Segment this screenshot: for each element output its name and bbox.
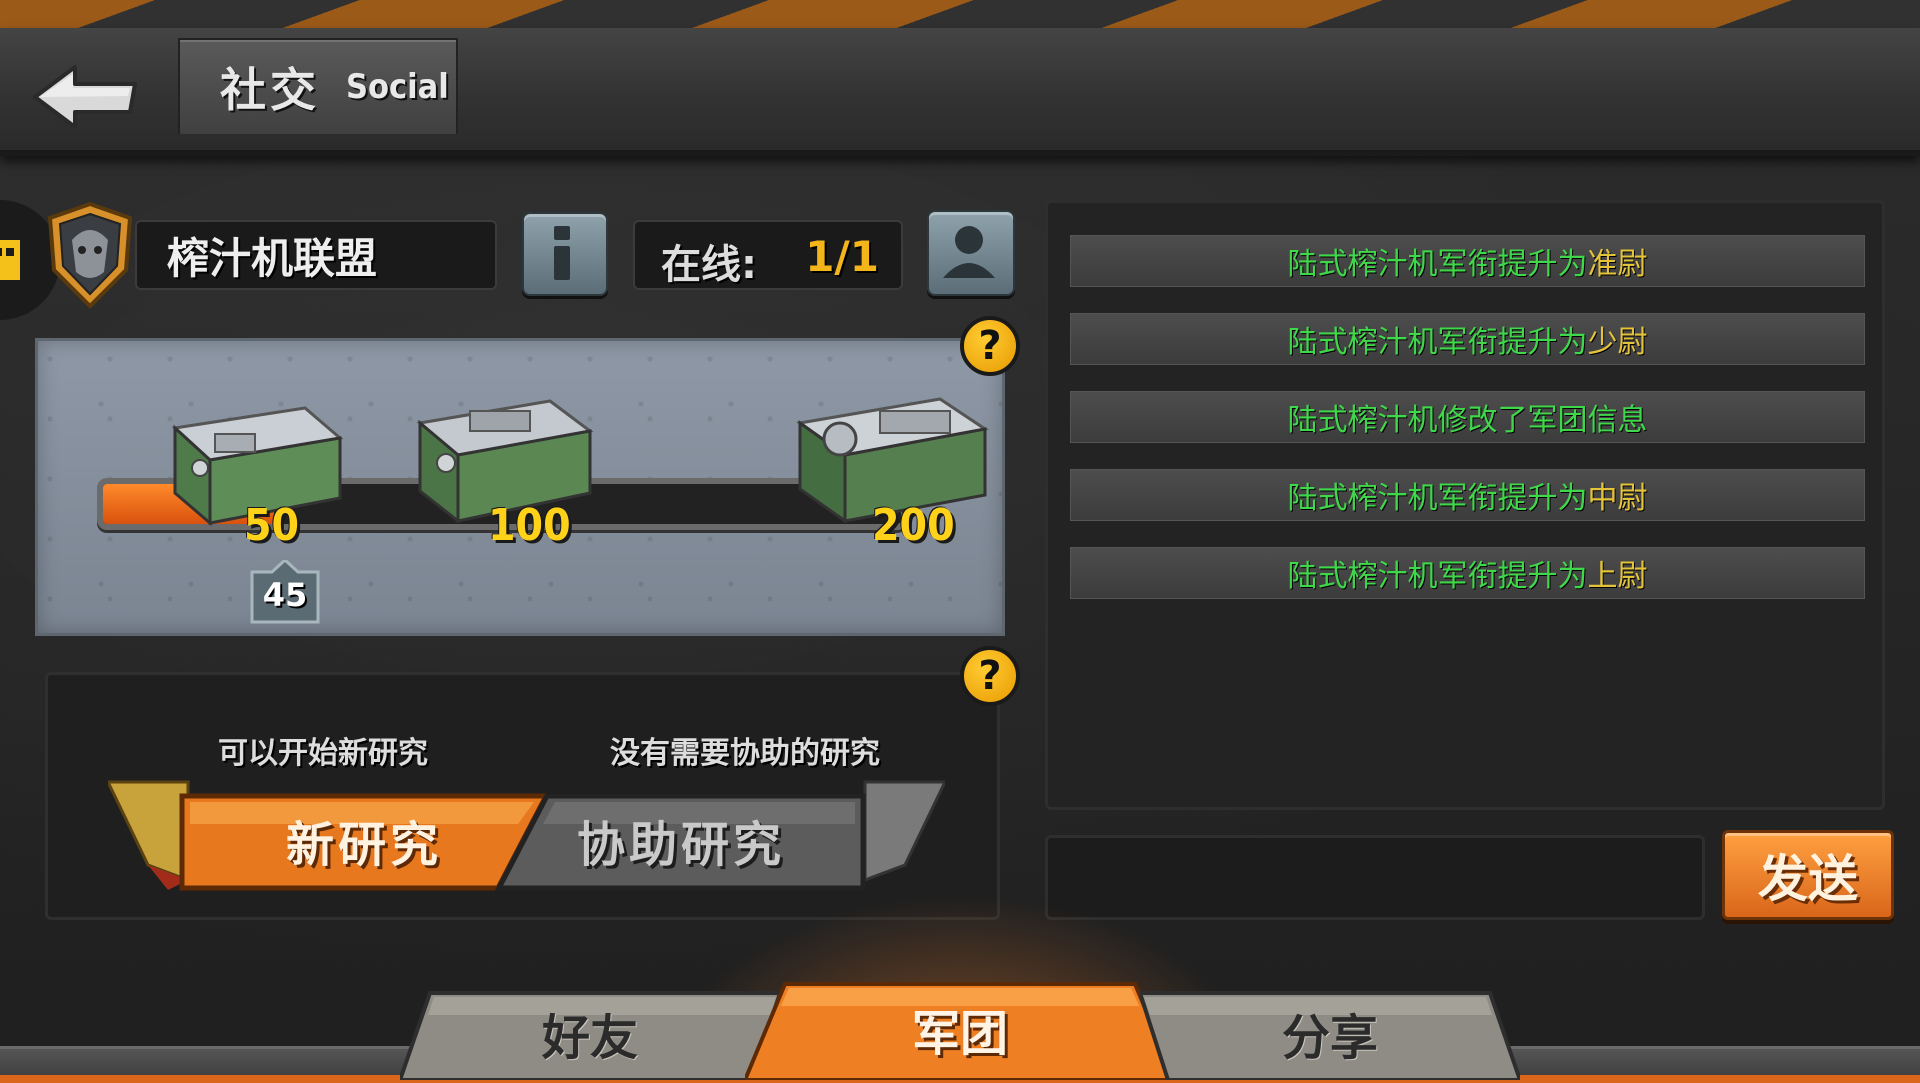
page-title-tab: 社交 Social <box>178 38 458 134</box>
message-action: 军衔提升为 <box>1437 481 1588 516</box>
message-item: 陆式榨汁机 军衔提升为 中尉 <box>1070 469 1865 521</box>
page-title-cn: 社交 <box>220 63 320 117</box>
message-item: 陆式榨汁机 修改了军团信息 <box>1070 391 1865 443</box>
current-progress-value: 45 <box>262 576 308 614</box>
tab-share-label: 分享 <box>1281 1009 1378 1066</box>
message-action: 军衔提升为 <box>1437 325 1588 360</box>
hazard-stripe-decoration <box>0 0 1920 28</box>
members-button[interactable] <box>927 210 1015 296</box>
milestone-label-50: 50 <box>244 500 300 551</box>
message-rank: 准尉 <box>1587 247 1648 282</box>
assist-research-caption: 没有需要协助的研究 <box>610 736 880 771</box>
new-research-caption: 可以开始新研究 <box>218 736 428 771</box>
tab-friends[interactable]: 好友 <box>400 985 780 1080</box>
message-rank: 上尉 <box>1587 559 1648 594</box>
message-item: 陆式榨汁机 军衔提升为 少尉 <box>1070 313 1865 365</box>
info-icon <box>554 226 570 280</box>
person-icon <box>943 226 995 278</box>
guild-name: 榨汁机联盟 <box>167 233 378 283</box>
right-wing-decoration <box>863 780 945 883</box>
milestone-label-100: 100 <box>488 500 571 551</box>
assist-research-label: 协助研究 <box>576 817 785 873</box>
message-action: 军衔提升为 <box>1437 247 1588 282</box>
message-player-name: 陆式榨汁机 <box>1287 247 1438 282</box>
online-count-box: 在线: 1/1 <box>633 220 903 290</box>
message-item: 陆式榨汁机 军衔提升为 上尉 <box>1070 547 1865 599</box>
send-button[interactable]: 发送 <box>1722 830 1894 920</box>
online-label: 在线: <box>661 242 757 288</box>
back-arrow-icon[interactable] <box>30 62 140 132</box>
page-title-en: Social <box>346 67 449 107</box>
tab-share[interactable]: 分享 <box>1140 985 1520 1080</box>
guild-name-box: 榨汁机联盟 <box>135 220 497 290</box>
tab-legion-label: 军团 <box>911 1006 1008 1062</box>
message-action: 修改了军团信息 <box>1437 403 1648 438</box>
message-action: 军衔提升为 <box>1437 559 1588 594</box>
tab-friends-label: 好友 <box>541 1009 638 1066</box>
message-player-name: 陆式榨汁机 <box>1287 559 1438 594</box>
message-player-name: 陆式榨汁机 <box>1287 325 1438 360</box>
question-icon: ? <box>978 323 1002 369</box>
tab-legion[interactable]: 军团 <box>745 978 1175 1080</box>
message-player-name: 陆式榨汁机 <box>1287 403 1438 438</box>
assist-research-button[interactable]: 协助研究 <box>495 788 867 892</box>
guild-info-button[interactable] <box>522 212 608 296</box>
message-rank: 中尉 <box>1587 481 1648 516</box>
message-item: 陆式榨汁机 军衔提升为 准尉 <box>1070 235 1865 287</box>
question-icon: ? <box>978 653 1002 699</box>
progress-help-button[interactable]: ? <box>960 316 1020 376</box>
milestone-label-200: 200 <box>872 500 955 551</box>
guild-emblem-icon <box>47 201 133 309</box>
message-player-name: 陆式榨汁机 <box>1287 481 1438 516</box>
online-value: 1/1 <box>805 232 879 281</box>
research-help-button[interactable]: ? <box>960 646 1020 706</box>
message-rank: 少尉 <box>1587 325 1648 360</box>
